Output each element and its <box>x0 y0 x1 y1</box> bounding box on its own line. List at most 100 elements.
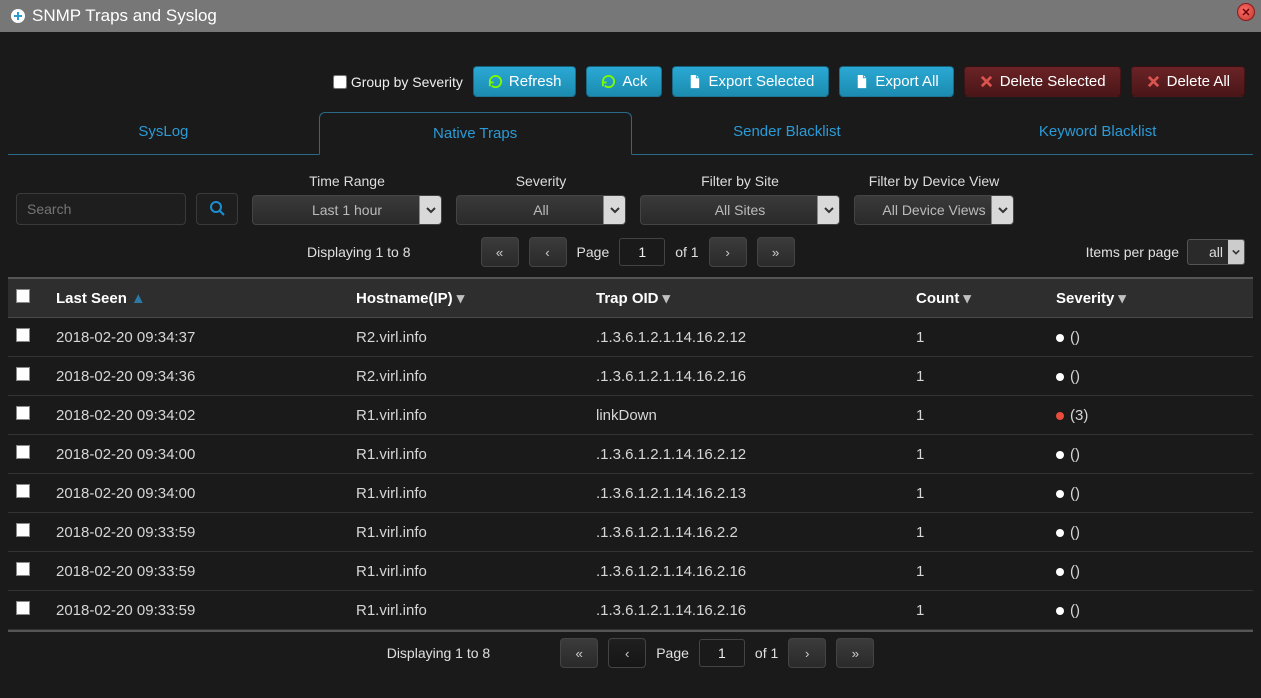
cell-last-seen[interactable]: 2018-02-20 09:34:02 <box>48 396 348 435</box>
export-selected-button[interactable]: Export Selected <box>672 66 829 97</box>
cell-last-seen[interactable]: 2018-02-20 09:34:00 <box>48 435 348 474</box>
table-row[interactable]: 2018-02-20 09:34:00R1.virl.info.1.3.6.1.… <box>8 474 1253 513</box>
table-row[interactable]: 2018-02-20 09:34:02R1.virl.infolinkDown1… <box>8 396 1253 435</box>
cell-last-seen[interactable]: 2018-02-20 09:34:00 <box>48 474 348 513</box>
cell-last-seen[interactable]: 2018-02-20 09:33:59 <box>48 591 348 630</box>
chevron-down-icon <box>1228 240 1244 264</box>
tab-sender-blacklist[interactable]: Sender Blacklist <box>632 111 943 154</box>
col-severity[interactable]: Severity▾ <box>1048 278 1253 318</box>
page-input[interactable] <box>619 238 665 266</box>
group-by-severity-input[interactable] <box>333 75 347 89</box>
row-checkbox[interactable] <box>16 328 30 342</box>
table-row[interactable]: 2018-02-20 09:33:59R1.virl.info.1.3.6.1.… <box>8 552 1253 591</box>
ack-button[interactable]: Ack <box>586 66 662 97</box>
displaying-text: Displaying 1 to 8 <box>387 645 491 661</box>
page-first-button[interactable]: « <box>481 237 519 267</box>
table-row[interactable]: 2018-02-20 09:34:00R1.virl.info.1.3.6.1.… <box>8 435 1253 474</box>
table-row[interactable]: 2018-02-20 09:34:36R2.virl.info.1.3.6.1.… <box>8 357 1253 396</box>
page-next-button[interactable]: › <box>709 237 747 267</box>
cell-hostname[interactable]: R1.virl.info <box>348 474 588 513</box>
cell-hostname[interactable]: R1.virl.info <box>348 396 588 435</box>
row-checkbox[interactable] <box>16 601 30 615</box>
cell-last-seen[interactable]: 2018-02-20 09:34:36 <box>48 357 348 396</box>
site-select[interactable]: All Sites <box>640 195 840 225</box>
severity-label: Severity <box>516 173 567 189</box>
page-last-button[interactable]: » <box>836 638 874 668</box>
row-checkbox[interactable] <box>16 406 30 420</box>
cell-hostname[interactable]: R1.virl.info <box>348 552 588 591</box>
col-count[interactable]: Count▾ <box>908 278 1048 318</box>
group-by-severity-checkbox[interactable]: Group by Severity <box>333 74 463 90</box>
cell-hostname[interactable]: R2.virl.info <box>348 318 588 357</box>
chevron-down-icon <box>419 196 441 224</box>
delete-all-icon <box>1146 74 1161 89</box>
tab-syslog[interactable]: SysLog <box>8 111 319 154</box>
refresh-label: Refresh <box>509 73 562 90</box>
col-hostname[interactable]: Hostname(IP)▾ <box>348 278 588 318</box>
chevron-down-icon <box>991 196 1013 224</box>
delete-selected-button[interactable]: Delete Selected <box>964 66 1121 97</box>
table-row[interactable]: 2018-02-20 09:34:37R2.virl.info.1.3.6.1.… <box>8 318 1253 357</box>
search-input[interactable] <box>16 193 186 225</box>
cell-hostname[interactable]: R1.virl.info <box>348 591 588 630</box>
time-range-select[interactable]: Last 1 hour <box>252 195 442 225</box>
cell-severity: () <box>1048 552 1253 591</box>
time-range-label: Time Range <box>309 173 385 189</box>
page-prev-button[interactable]: ‹ <box>529 237 567 267</box>
page-last-button[interactable]: » <box>757 237 795 267</box>
export-selected-label: Export Selected <box>708 73 814 90</box>
cell-hostname[interactable]: R1.virl.info <box>348 513 588 552</box>
cell-last-seen[interactable]: 2018-02-20 09:33:59 <box>48 552 348 591</box>
page-of-label: of 1 <box>675 244 698 260</box>
page-prev-button[interactable]: ‹ <box>608 638 646 668</box>
table-row[interactable]: 2018-02-20 09:33:59R1.virl.info.1.3.6.1.… <box>8 591 1253 630</box>
severity-select[interactable]: All <box>456 195 626 225</box>
search-icon <box>209 200 225 219</box>
cell-count: 1 <box>908 474 1048 513</box>
chevron-left-icon: ‹ <box>545 245 549 260</box>
col-last-seen[interactable]: Last Seen▲ <box>48 278 348 318</box>
page-next-button[interactable]: › <box>788 638 826 668</box>
sort-icon: ▾ <box>1118 290 1126 307</box>
row-checkbox[interactable] <box>16 367 30 381</box>
filter-bar: Time Range Last 1 hour Severity All Filt… <box>8 163 1253 231</box>
page-first-button[interactable]: « <box>560 638 598 668</box>
tab-keyword-blacklist[interactable]: Keyword Blacklist <box>942 111 1253 154</box>
action-toolbar: Group by Severity Refresh Ack Export Sel… <box>8 40 1253 111</box>
chevron-down-icon <box>817 196 839 224</box>
cell-severity: () <box>1048 435 1253 474</box>
items-per-page-select[interactable]: all <box>1187 239 1245 265</box>
site-value: All Sites <box>715 202 766 218</box>
cell-count: 1 <box>908 435 1048 474</box>
tab-native-traps[interactable]: Native Traps <box>319 112 632 155</box>
device-view-select[interactable]: All Device Views <box>854 195 1014 225</box>
row-checkbox[interactable] <box>16 562 30 576</box>
cell-count: 1 <box>908 513 1048 552</box>
cell-severity: () <box>1048 318 1253 357</box>
table-row[interactable]: 2018-02-20 09:33:59R1.virl.info.1.3.6.1.… <box>8 513 1253 552</box>
ack-icon <box>601 74 616 89</box>
row-checkbox[interactable] <box>16 445 30 459</box>
delete-all-button[interactable]: Delete All <box>1131 66 1245 97</box>
search-button[interactable] <box>196 193 238 225</box>
close-icon[interactable]: ✕ <box>1237 3 1255 21</box>
row-checkbox[interactable] <box>16 484 30 498</box>
delete-selected-label: Delete Selected <box>1000 73 1106 90</box>
row-checkbox[interactable] <box>16 523 30 537</box>
cell-hostname[interactable]: R1.virl.info <box>348 435 588 474</box>
cell-severity: () <box>1048 357 1253 396</box>
delete-all-label: Delete All <box>1167 73 1230 90</box>
export-all-button[interactable]: Export All <box>839 66 953 97</box>
items-per-page-value: all <box>1209 244 1223 260</box>
cell-last-seen[interactable]: 2018-02-20 09:33:59 <box>48 513 348 552</box>
select-all-checkbox[interactable] <box>16 289 30 303</box>
cell-hostname[interactable]: R2.virl.info <box>348 357 588 396</box>
titlebar: SNMP Traps and Syslog ✕ <box>0 0 1261 32</box>
cell-last-seen[interactable]: 2018-02-20 09:34:37 <box>48 318 348 357</box>
export-selected-icon <box>687 74 702 89</box>
cell-count: 1 <box>908 318 1048 357</box>
col-trap-oid[interactable]: Trap OID▾ <box>588 278 908 318</box>
page-input[interactable] <box>699 639 745 667</box>
refresh-button[interactable]: Refresh <box>473 66 577 97</box>
cell-trap-oid: .1.3.6.1.2.1.14.16.2.12 <box>588 318 908 357</box>
